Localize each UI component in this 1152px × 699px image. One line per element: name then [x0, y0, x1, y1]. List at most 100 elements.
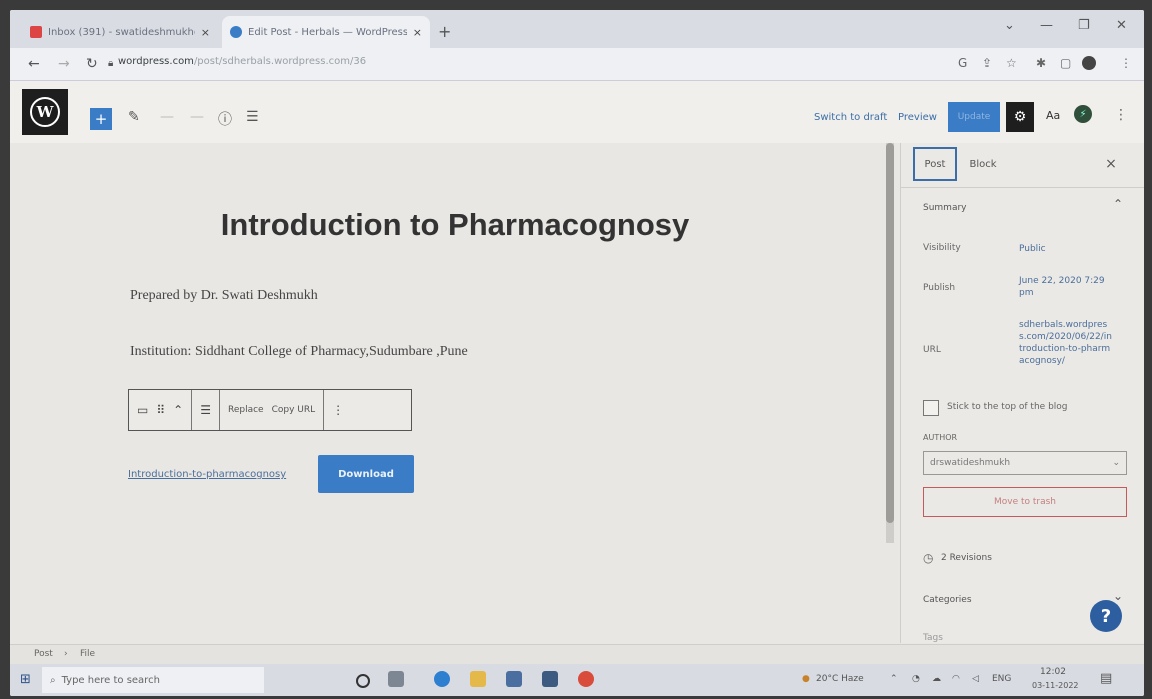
preview-button[interactable]: Preview: [898, 112, 937, 123]
info-icon[interactable]: ⓘ: [218, 109, 232, 129]
close-window-button[interactable]: ✕: [1116, 18, 1127, 33]
editor-scrollbar[interactable]: [886, 143, 894, 543]
author-select[interactable]: drswatideshmukh ⌄: [923, 451, 1127, 475]
language-indicator[interactable]: ENG: [992, 674, 1011, 684]
list-view-icon[interactable]: ☰: [246, 109, 259, 125]
chevron-down-icon[interactable]: ⌄: [1113, 589, 1123, 603]
star-icon[interactable]: ☆: [1006, 56, 1017, 70]
switch-to-draft-button[interactable]: Switch to draft: [814, 112, 887, 123]
sticky-checkbox[interactable]: [923, 400, 939, 416]
tab-post[interactable]: Post: [913, 147, 957, 181]
tab-wordpress[interactable]: Edit Post - Herbals — WordPress ×: [222, 16, 430, 48]
replace-group: Replace Copy URL: [220, 390, 325, 430]
revisions-link[interactable]: 2 Revisions: [941, 553, 992, 563]
paragraph-prepared-by[interactable]: Prepared by Dr. Swati Deshmukh: [130, 288, 318, 304]
browser-menu-icon[interactable]: ⋮: [1120, 56, 1132, 70]
options-menu-icon[interactable]: ⋮: [1114, 107, 1128, 123]
reload-icon[interactable]: ↻: [86, 56, 98, 72]
breadcrumb-post[interactable]: Post: [34, 649, 53, 659]
chrome-icon[interactable]: [578, 671, 594, 687]
minimize-button[interactable]: —: [1040, 18, 1053, 33]
profile-avatar[interactable]: [1082, 56, 1096, 70]
store-icon[interactable]: [506, 671, 522, 687]
tab-title: Inbox (391) - swatideshmukh@...: [48, 26, 195, 38]
back-icon[interactable]: ←: [28, 56, 40, 72]
task-view-icon[interactable]: [388, 671, 404, 687]
undo-icon[interactable]: —: [160, 109, 174, 125]
notifications-icon[interactable]: ▤: [1100, 671, 1112, 686]
add-block-button[interactable]: +: [90, 108, 112, 130]
forward-icon[interactable]: →: [58, 56, 70, 72]
settings-sidebar: Post Block × Summary ⌃ Visibility Public…: [900, 143, 1144, 643]
paragraph-institution[interactable]: Institution: Siddhant College of Pharmac…: [130, 344, 468, 360]
url-input[interactable]: wordpress.com/post/sdherbals.wordpress.c…: [118, 56, 366, 67]
replace-button[interactable]: Replace: [228, 405, 264, 415]
more-group: ⋮: [324, 390, 352, 430]
wordpress-logo[interactable]: W: [22, 89, 68, 135]
tab-gmail[interactable]: Inbox (391) - swatideshmukh@... ×: [22, 16, 218, 48]
clock-time[interactable]: 12:02: [1040, 667, 1066, 677]
tags-heading[interactable]: Tags: [923, 633, 943, 643]
visibility-value[interactable]: Public: [1019, 243, 1113, 255]
file-link[interactable]: Introduction-to-pharmacognosy: [128, 469, 286, 480]
share-icon[interactable]: ⇪: [982, 56, 992, 70]
taskbar-search-placeholder: Type here to search: [61, 674, 160, 686]
google-lens-icon[interactable]: G: [958, 56, 967, 70]
settings-gear-icon[interactable]: ⚙: [1006, 102, 1034, 132]
mail-icon[interactable]: [542, 671, 558, 687]
new-tab-button[interactable]: +: [438, 22, 451, 41]
download-button[interactable]: Download: [318, 455, 414, 493]
wordpress-icon: [230, 26, 242, 38]
categories-heading[interactable]: Categories: [923, 595, 972, 605]
breadcrumb-file[interactable]: File: [80, 649, 95, 659]
sidebar-icon[interactable]: ▢: [1060, 56, 1071, 70]
close-sidebar-icon[interactable]: ×: [1101, 147, 1121, 181]
scrollbar-thumb[interactable]: [886, 143, 894, 523]
update-button[interactable]: Update: [948, 102, 1000, 132]
more-options-icon[interactable]: ⋮: [332, 403, 344, 417]
pencil-icon[interactable]: ✎: [128, 109, 140, 125]
move-to-trash-button[interactable]: Move to trash: [923, 487, 1127, 517]
edge-icon[interactable]: [434, 671, 450, 687]
align-icon[interactable]: ☰: [200, 403, 211, 417]
sticky-label: Stick to the top of the blog: [947, 402, 1068, 412]
block-type-group: ▭ ⠿ ⌃: [129, 390, 193, 430]
drag-handle-icon[interactable]: ⠿: [156, 403, 165, 417]
tab-block[interactable]: Block: [963, 147, 1003, 181]
gmail-icon: [30, 26, 42, 38]
chevron-down-icon[interactable]: ⌄: [1004, 18, 1015, 33]
wifi-icon[interactable]: ◠: [952, 674, 960, 684]
publish-label: Publish: [923, 283, 956, 293]
tray-chevron-up-icon[interactable]: ⌃: [890, 674, 898, 684]
restore-button[interactable]: ❐: [1078, 18, 1090, 33]
publish-value[interactable]: June 22, 2020 7:29 pm: [1019, 275, 1113, 299]
url-value[interactable]: sdherbals.wordpress.com/2020/06/22/intro…: [1019, 319, 1113, 367]
network-icon[interactable]: ◔: [912, 674, 920, 684]
weather-text[interactable]: 20°C Haze: [816, 674, 864, 684]
chevron-up-icon[interactable]: ⌃: [1113, 197, 1123, 211]
copy-url-button[interactable]: Copy URL: [272, 405, 316, 415]
redo-icon[interactable]: —: [190, 109, 204, 125]
address-bar: ← → ↻ 🔒︎ wordpress.com/post/sdherbals.wo…: [10, 48, 1144, 81]
clock-date[interactable]: 03-11-2022: [1032, 681, 1079, 690]
extensions-icon[interactable]: ✱: [1036, 56, 1046, 70]
jetpack-icon[interactable]: ⚡︎: [1074, 105, 1092, 123]
volume-icon[interactable]: ◁: [972, 674, 979, 684]
summary-heading[interactable]: Summary: [923, 203, 967, 213]
help-button[interactable]: ?: [1090, 600, 1122, 632]
move-up-icon[interactable]: ⌃: [173, 403, 183, 417]
close-tab-icon[interactable]: ×: [201, 26, 210, 39]
post-title[interactable]: Introduction to Pharmacognosy: [10, 207, 900, 243]
windows-start-icon[interactable]: ⊞: [20, 672, 31, 687]
taskbar-search[interactable]: ⌕ Type here to search: [42, 667, 264, 693]
url-host: wordpress.com: [118, 56, 194, 67]
file-explorer-icon[interactable]: [470, 671, 486, 687]
align-group: ☰: [192, 390, 220, 430]
tab-title: Edit Post - Herbals — WordPress: [248, 26, 407, 38]
styles-button[interactable]: Aa: [1046, 109, 1060, 122]
folder-icon[interactable]: ▭: [137, 403, 148, 417]
taskbar: ⊞ ⌕ Type here to search ● 20°C Haze ⌃ ◔ …: [10, 664, 1144, 696]
close-tab-icon[interactable]: ×: [413, 26, 422, 39]
cloud-icon[interactable]: ☁: [932, 674, 941, 684]
cortana-icon[interactable]: [356, 674, 370, 688]
